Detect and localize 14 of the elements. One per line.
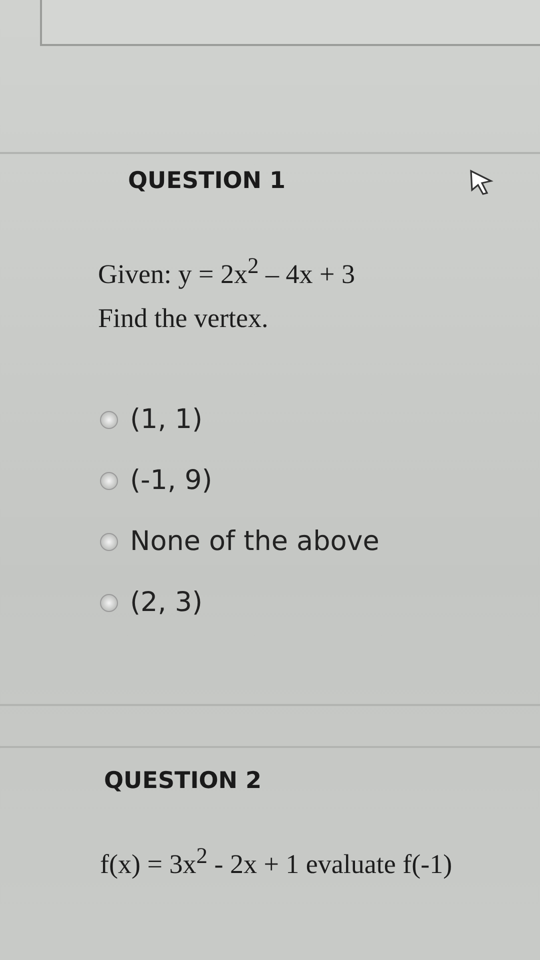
- question-text: Given: y = 2x$^{2}$ – 4x + 3: [98, 252, 356, 291]
- question-text: Find the vertex.: [98, 302, 270, 335]
- radio-button[interactable]: [100, 532, 118, 550]
- radio-button[interactable]: [100, 594, 118, 612]
- question-title: QUESTION 1: [128, 168, 286, 194]
- question-title: QUESTION 2: [104, 768, 262, 794]
- question-text: f(x) = 3x$^{2}$ - 2x + 1 evaluate f(-1): [100, 842, 454, 881]
- option-label[interactable]: None of the above: [130, 526, 380, 557]
- option-label[interactable]: (2, 3): [130, 587, 203, 618]
- mouse-cursor-icon: [468, 168, 496, 196]
- option-label[interactable]: (-1, 9): [130, 465, 212, 496]
- radio-button[interactable]: [100, 472, 118, 490]
- option-label[interactable]: (1, 1): [130, 404, 203, 435]
- radio-button[interactable]: [100, 410, 118, 428]
